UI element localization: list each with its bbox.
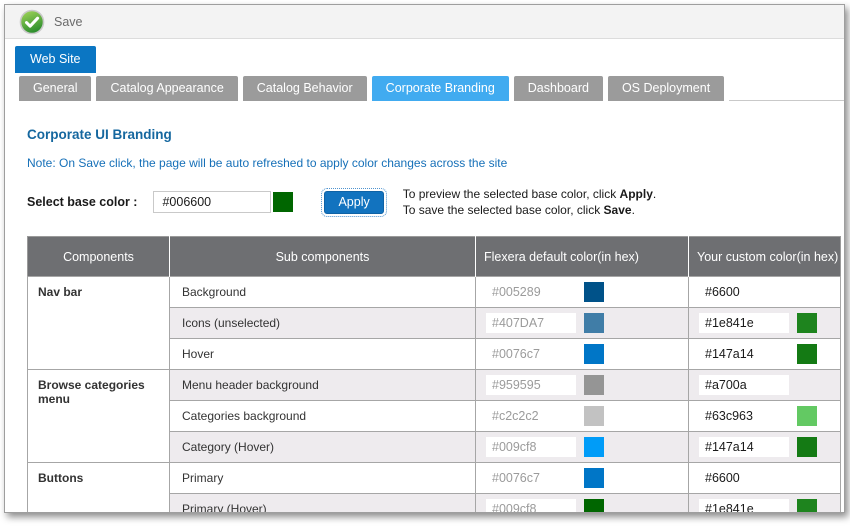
apply-button[interactable]: Apply	[324, 191, 383, 214]
custom-hex-input[interactable]	[699, 375, 789, 395]
custom-hex-input[interactable]	[699, 313, 789, 333]
tab-dashboard[interactable]: Dashboard	[514, 76, 603, 101]
component-cell-buttons: Buttons	[28, 463, 170, 514]
branding-table: Components Sub components Flexera defaul…	[27, 236, 841, 513]
header-default-color: Flexera default color(in hex)	[476, 237, 689, 277]
tab-catalog-appearance[interactable]: Catalog Appearance	[96, 76, 237, 101]
tab-strip-divider	[729, 100, 844, 101]
default-color-swatch	[584, 468, 604, 488]
default-color-cell	[476, 370, 689, 401]
custom-color-cell	[689, 277, 841, 308]
custom-color-swatch	[797, 313, 817, 333]
default-color-cell	[476, 494, 689, 514]
custom-color-cell	[689, 308, 841, 339]
table-row: Nav bar Background	[28, 277, 841, 308]
default-color-cell	[476, 463, 689, 494]
base-color-label: Select base color :	[27, 195, 137, 209]
default-color-swatch	[584, 344, 604, 364]
tab-web-site[interactable]: Web Site	[15, 46, 96, 73]
base-color-swatch[interactable]	[273, 192, 293, 212]
toolbar: Save	[5, 5, 844, 39]
table-row: Browse categories menu Menu header backg…	[28, 370, 841, 401]
default-color-swatch	[584, 282, 604, 302]
custom-color-swatch	[797, 468, 817, 488]
save-button[interactable]: Save	[19, 9, 83, 35]
default-hex-input	[486, 375, 576, 395]
subcomponent-cell: Icons (unselected)	[170, 308, 476, 339]
custom-color-cell	[689, 463, 841, 494]
custom-hex-input[interactable]	[699, 344, 789, 364]
custom-hex-input[interactable]	[699, 437, 789, 457]
custom-color-cell	[689, 494, 841, 514]
default-hex-input	[486, 499, 576, 513]
tab-catalog-behavior[interactable]: Catalog Behavior	[243, 76, 367, 101]
custom-hex-input[interactable]	[699, 406, 789, 426]
default-color-cell	[476, 401, 689, 432]
instruction-line-save: To save the selected base color, click S…	[403, 202, 656, 218]
table-header-row: Components Sub components Flexera defaul…	[28, 237, 841, 277]
custom-hex-input[interactable]	[699, 499, 789, 513]
content-area: Corporate UI Branding Note: On Save clic…	[5, 127, 844, 513]
table-row: Buttons Primary	[28, 463, 841, 494]
site-tab-row: Web Site	[15, 46, 844, 73]
custom-color-swatch	[797, 344, 817, 364]
subcomponent-cell: Categories background	[170, 401, 476, 432]
tab-general[interactable]: General	[19, 76, 91, 101]
instruction-line-preview: To preview the selected base color, clic…	[403, 186, 656, 202]
component-cell-nav-bar: Nav bar	[28, 277, 170, 370]
default-color-swatch	[584, 437, 604, 457]
subcomponent-cell: Category (Hover)	[170, 432, 476, 463]
instructions: To preview the selected base color, clic…	[403, 186, 656, 218]
default-hex-input	[486, 282, 576, 302]
custom-color-cell	[689, 339, 841, 370]
component-cell-browse-categories: Browse categories menu	[28, 370, 170, 463]
custom-hex-input[interactable]	[699, 468, 789, 488]
header-components: Components	[28, 237, 170, 277]
custom-hex-input[interactable]	[699, 282, 789, 302]
save-check-icon	[19, 9, 45, 35]
header-sub-components: Sub components	[170, 237, 476, 277]
custom-color-cell	[689, 432, 841, 463]
subcomponent-cell: Background	[170, 277, 476, 308]
header-custom-color: Your custom color(in hex)	[689, 237, 841, 277]
subcomponent-cell: Primary (Hover)	[170, 494, 476, 514]
default-hex-input	[486, 468, 576, 488]
subcomponent-cell: Hover	[170, 339, 476, 370]
default-color-cell	[476, 308, 689, 339]
custom-color-swatch	[797, 499, 817, 513]
custom-color-cell	[689, 401, 841, 432]
default-hex-input	[486, 313, 576, 333]
default-color-swatch	[584, 499, 604, 513]
default-color-swatch	[584, 406, 604, 426]
note-text: Note: On Save click, the page will be au…	[27, 156, 844, 170]
default-color-cell	[476, 432, 689, 463]
custom-color-swatch	[797, 282, 817, 302]
default-hex-input	[486, 406, 576, 426]
default-color-swatch	[584, 375, 604, 395]
tab-os-deployment[interactable]: OS Deployment	[608, 76, 724, 101]
default-color-swatch	[584, 313, 604, 333]
tab-strip: General Catalog Appearance Catalog Behav…	[5, 76, 844, 101]
base-color-row: Select base color : Apply To preview the…	[27, 186, 844, 218]
tab-corporate-branding[interactable]: Corporate Branding	[372, 76, 509, 101]
default-hex-input	[486, 437, 576, 457]
default-hex-input	[486, 344, 576, 364]
custom-color-swatch	[797, 437, 817, 457]
subcomponent-cell: Primary	[170, 463, 476, 494]
app-window: Save Web Site General Catalog Appearance…	[4, 4, 845, 513]
subcomponent-cell: Menu header background	[170, 370, 476, 401]
save-label: Save	[54, 15, 83, 29]
base-color-input[interactable]	[153, 191, 271, 213]
default-color-cell	[476, 277, 689, 308]
default-color-cell	[476, 339, 689, 370]
custom-color-cell	[689, 370, 841, 401]
custom-color-swatch	[797, 406, 817, 426]
custom-color-swatch	[797, 375, 817, 395]
page-title: Corporate UI Branding	[27, 127, 844, 142]
